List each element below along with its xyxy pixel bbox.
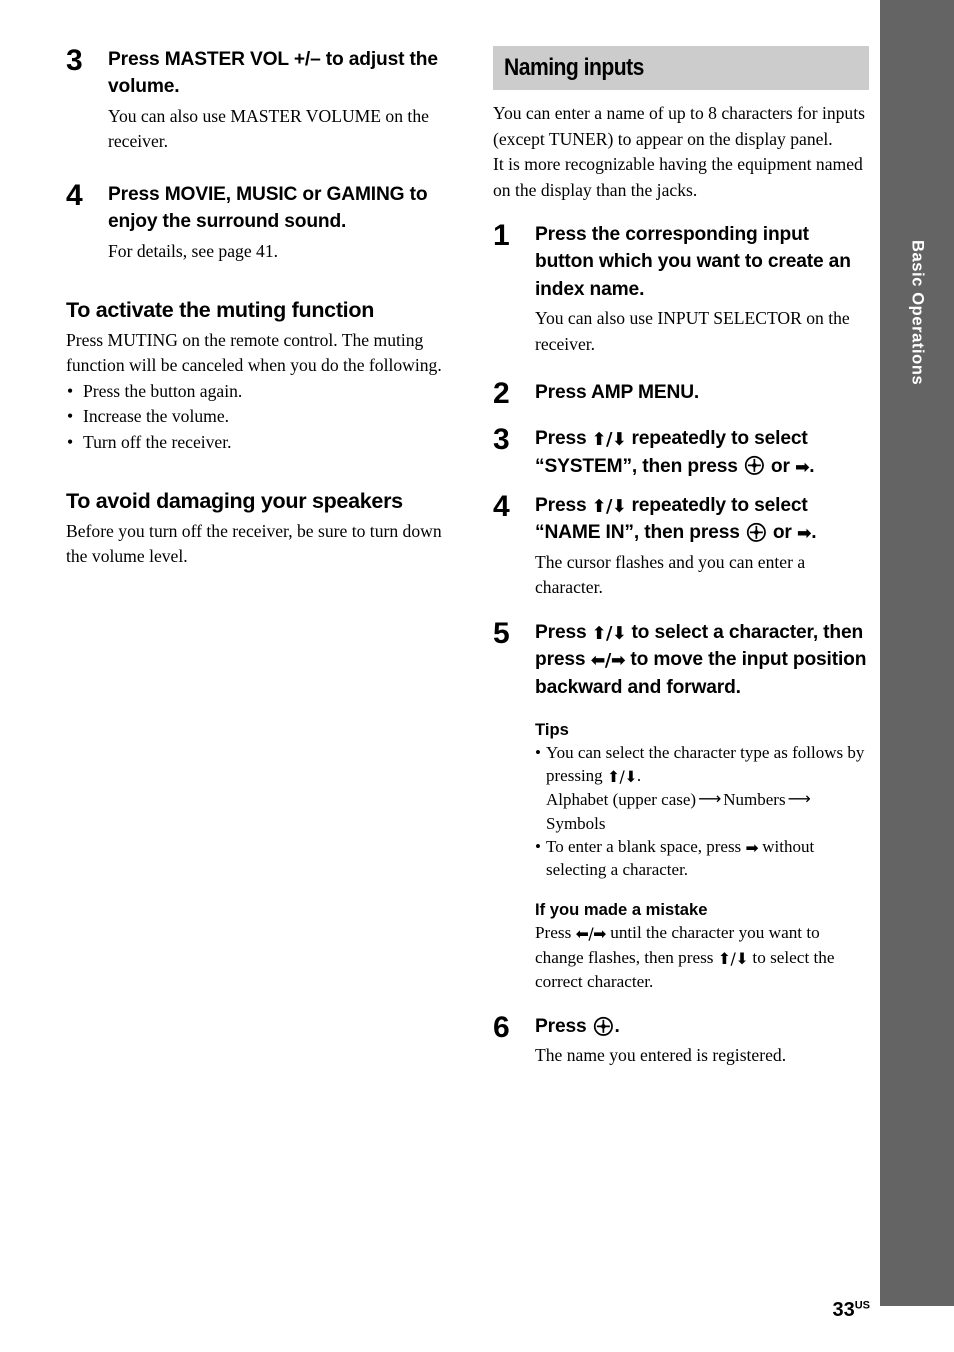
step-1-number: 1 [493,219,510,252]
step-3-right-number: 3 [493,423,510,457]
long-right-arrow-icon: ⟶ [787,789,811,809]
step-4: 4 Press MOVIE, MUSIC or GAMING to enjoy … [66,178,446,264]
right-arrow-icon: ➡ [745,837,759,857]
step-3: 3 Press MASTER VOL +/– to adjust the vol… [66,46,446,155]
step-4-right-body: Press ⬆/⬇ repeatedly to select “NAME IN”… [535,492,869,601]
step-4-right-title-part-3: or [767,522,797,544]
mistake-text-part-1: Press [535,923,576,943]
step-3-right-title-part-4: . [809,455,815,477]
left-right-arrow-icon: ⬅/➡ [575,924,607,944]
up-down-arrow-icon: ⬆/⬇ [591,497,627,518]
up-down-arrow-icon: ⬆/⬇ [717,948,749,968]
step-3-description: You can also use MASTER VOLUME on the re… [108,105,429,152]
step-1-description: You can also use INPUT SELECTOR on the r… [535,308,850,354]
left-right-arrow-icon: ⬅/➡ [590,651,626,672]
step-4-right-title-part-4: . [811,522,817,544]
section-speakers-paragraph: Before you turn off the receiver, be sur… [66,520,442,567]
step-5-title-part-1: Press [535,621,592,643]
step-2-body: Press AMP MENU. [535,379,869,406]
chapter-side-tab-label: Basic Operations [908,240,927,386]
step-3-title: Press MASTER VOL +/– to adjust the volum… [108,49,438,98]
step-6-description: The name you entered is registered. [535,1045,787,1066]
list-item: Increase the volume. [66,404,446,430]
enter-button-icon [746,522,766,542]
step-6-body: Press . The name you entered is register… [535,1013,869,1069]
step-3-right-title: Press ⬆/⬇ repeatedly to select “SYSTEM”,… [535,425,869,480]
step-3-body: Press MASTER VOL +/– to adjust the volum… [108,46,446,155]
step-1: 1 Press the corresponding input button w… [493,221,869,357]
mistake-heading: If you made a mistake [535,900,708,920]
step-6-title-part-1: Press [535,1016,592,1038]
tips-sequence-3: Symbols [546,813,606,833]
step-3-number: 3 [66,44,83,77]
step-1-title: Press the corresponding input button whi… [535,224,851,300]
step-4-right-number: 4 [493,490,510,524]
section-speakers: To avoid damaging your speakers Before y… [66,489,446,570]
list-item: To enter a blank space, press ➡ without … [535,835,869,881]
step-3-right-title-part-1: Press [535,428,592,450]
section-muting-heading: To activate the muting function [66,298,375,323]
list-item: Turn off the receiver. [66,430,446,456]
step-2: 2 Press AMP MENU. [493,377,869,411]
tips-bullet-1-part-2: . [636,766,642,786]
left-column: 3 Press MASTER VOL +/– to adjust the vol… [66,46,446,570]
step-2-number: 2 [493,377,510,411]
step-1-body: Press the corresponding input button whi… [535,221,869,357]
step-6: 6 Press . The name you entered is regist… [493,1013,869,1069]
tips-bullet-2-part-1: To enter a blank space, press [546,836,746,856]
enter-button-icon [593,1016,613,1036]
step-2-title: Press AMP MENU. [535,382,700,404]
step-3-right-title-part-3: or [765,455,795,477]
manual-page: Basic Operations 3 Press MASTER VOL +/– … [0,0,954,1352]
right-column: Naming inputs You can enter a name of up… [493,46,869,1069]
section-muting-bullet-list: Press the button again. Increase the vol… [66,379,446,456]
enter-button-icon [744,455,764,475]
step-6-title-part-2: . [614,1016,620,1038]
step-4-number: 4 [66,178,83,212]
list-item: You can select the character type as fol… [535,741,869,835]
long-right-arrow-icon: ⟶ [698,789,722,809]
mistake-text: Press ⬅/➡ until the character you want t… [535,921,869,995]
naming-inputs-intro-2: It is more recognizable having the equip… [493,154,863,200]
step-4-right-title-part-1: Press [535,495,592,517]
section-speakers-heading: To avoid damaging your speakers [66,489,403,514]
list-item: Press the button again. [66,379,446,405]
tips-bullet-list: You can select the character type as fol… [535,741,869,881]
page-number-suffix: US [854,1299,870,1312]
tips-block: Tips You can select the character type a… [535,719,869,881]
tips-sequence-2: Numbers [723,790,786,810]
up-down-arrow-icon: ⬆/⬇ [591,623,627,644]
section-muting-paragraph: Press MUTING on the remote control. The … [66,329,442,376]
up-down-arrow-icon: ⬆/⬇ [591,430,627,451]
section-banner: Naming inputs [493,46,869,90]
section-banner-title: Naming inputs [504,54,644,81]
step-5-title: Press ⬆/⬇ to select a character, then pr… [535,619,869,701]
right-arrow-icon: ➡ [796,524,812,545]
step-6-number: 6 [493,1011,510,1045]
step-4-right: 4 Press ⬆/⬇ repeatedly to select “NAME I… [493,492,869,601]
section-muting: To activate the muting function Press MU… [66,298,446,455]
mistake-block: If you made a mistake Press ⬅/➡ until th… [535,899,869,995]
step-4-description: For details, see page 41. [108,240,279,261]
step-4-right-title: Press ⬆/⬇ repeatedly to select “NAME IN”… [535,492,869,547]
chapter-side-tab-label-wrap: Basic Operations [880,0,954,1306]
tips-bullet-1-part-1: You can select the character type as fol… [546,743,865,786]
right-arrow-icon: ➡ [794,457,810,478]
step-3-right: 3 Press ⬆/⬇ repeatedly to select “SYSTEM… [493,425,869,480]
up-down-arrow-icon: ⬆/⬇ [606,767,637,787]
step-4-title: Press MOVIE, MUSIC or GAMING to enjoy th… [108,183,428,233]
step-3-right-body: Press ⬆/⬇ repeatedly to select “SYSTEM”,… [535,425,869,480]
step-5-number: 5 [493,616,510,650]
step-4-body: Press MOVIE, MUSIC or GAMING to enjoy th… [108,181,446,264]
step-5: 5 Press ⬆/⬇ to select a character, then … [493,616,869,701]
step-5-body: Press ⬆/⬇ to select a character, then pr… [535,619,869,701]
naming-inputs-intro-1: You can enter a name of up to 8 characte… [493,103,865,149]
chapter-side-tab: Basic Operations [880,0,954,1306]
step-4-right-description: The cursor flashes and you can enter a c… [535,551,806,598]
tips-sequence-1: Alphabet (upper case) [546,790,697,810]
tips-heading: Tips [535,720,569,740]
page-number-value: 33 [832,1299,855,1321]
step-6-title: Press . [535,1013,869,1040]
page-number: 33US [832,1300,870,1320]
